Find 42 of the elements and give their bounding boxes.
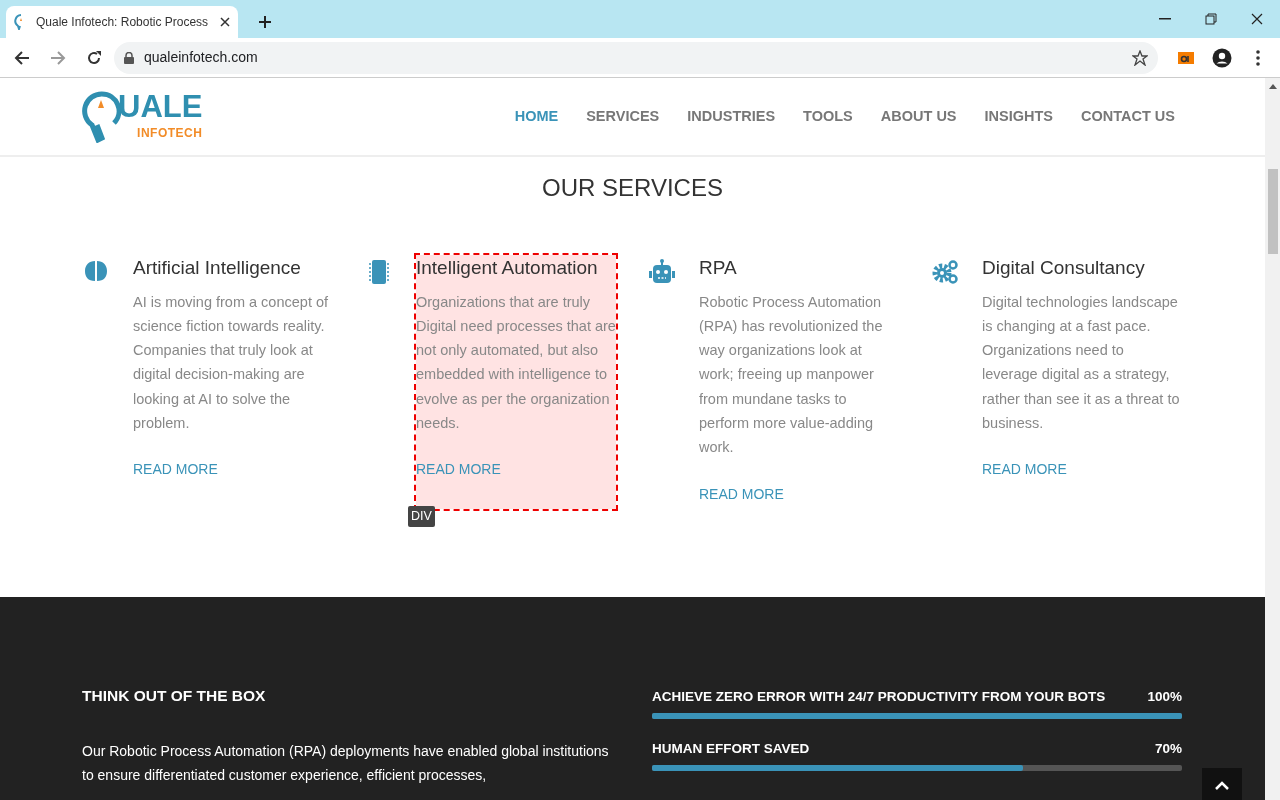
section-text: Our Robotic Process Automation (RPA) deployments have enabled global institutions to ensure differentiated customer experience, efficient processes, bbox=[82, 742, 610, 786]
nav-link[interactable]: INSIGHTS bbox=[984, 105, 1053, 128]
logo[interactable]: UALE INFOTECH bbox=[82, 90, 203, 143]
element-tag: DIV bbox=[408, 505, 435, 527]
nav-link[interactable]: TOOLS bbox=[803, 105, 853, 128]
stat-label: HUMAN EFFORT SAVED bbox=[652, 739, 810, 758]
address-bar[interactable]: qualeinfotech.com bbox=[114, 41, 1158, 74]
read-more-link[interactable]: READ MORE bbox=[982, 459, 1067, 485]
gears-icon bbox=[932, 258, 958, 285]
service-description: AI is moving from a concept of science fiction towards reality. Companies that truly look at digital decision-making are looking at AI to solve the problem. bbox=[133, 292, 330, 434]
section-heading: THINK OUT OF THE BOX bbox=[82, 686, 267, 706]
chevron-up-icon bbox=[1215, 780, 1229, 790]
service-title: Intelligent Automation bbox=[416, 256, 599, 280]
scroll-top-button[interactable] bbox=[1202, 768, 1242, 800]
nav-link[interactable]: INDUSTRIES bbox=[687, 105, 776, 128]
read-more-link[interactable]: READ MORE bbox=[133, 459, 218, 485]
new-tab-icon[interactable] bbox=[258, 15, 272, 29]
service-description: Organizations that are truly Digital need processes that are not only automated, but also embedded with intelligence to evolve as per the organization needs. bbox=[416, 292, 616, 434]
stat-label: ACHIEVE ZERO ERROR WITH 24/7 PRODUCTIVITY FROM YOUR BOTS bbox=[652, 687, 1106, 706]
nav-link[interactable]: CONTACT US bbox=[1081, 105, 1175, 128]
read-more-link[interactable]: READ MORE bbox=[416, 459, 501, 485]
scrollbar[interactable] bbox=[1265, 78, 1280, 800]
nav-link[interactable]: ABOUT US bbox=[880, 105, 957, 128]
browser-tab[interactable]: Quale Infotech: Robotic Process bbox=[6, 6, 238, 38]
nav-link[interactable]: HOME bbox=[514, 105, 559, 128]
close-icon[interactable] bbox=[220, 17, 230, 27]
lock-icon bbox=[124, 51, 134, 64]
scrollbar-thumb[interactable] bbox=[1267, 169, 1278, 254]
stat-value: 70% bbox=[1154, 739, 1182, 758]
service-title: RPA bbox=[699, 256, 738, 280]
scroll-up-icon[interactable] bbox=[1268, 83, 1277, 89]
nav-link[interactable]: SERVICES bbox=[586, 105, 660, 128]
stat-value: 100% bbox=[1147, 687, 1182, 706]
section-title: OUR SERVICES bbox=[541, 174, 724, 203]
service-title: Digital Consultancy bbox=[982, 256, 1146, 280]
star-icon[interactable] bbox=[1132, 49, 1148, 66]
chip-icon bbox=[366, 258, 392, 285]
robot-icon bbox=[649, 258, 675, 285]
service-title: Artificial Intelligence bbox=[133, 256, 302, 280]
service-description: Robotic Process Automation (RPA) has revolutionized the way organizations look at work; freeing up manpower from mundane tasks to perform more value-adding work. bbox=[699, 292, 884, 458]
service-description: Digital technologies landscape is changing at a fast pace. Organizations need to leverage digital as a strategy, rather than see it as a threat to business. bbox=[982, 292, 1181, 434]
read-more-link[interactable]: READ MORE bbox=[699, 483, 784, 509]
